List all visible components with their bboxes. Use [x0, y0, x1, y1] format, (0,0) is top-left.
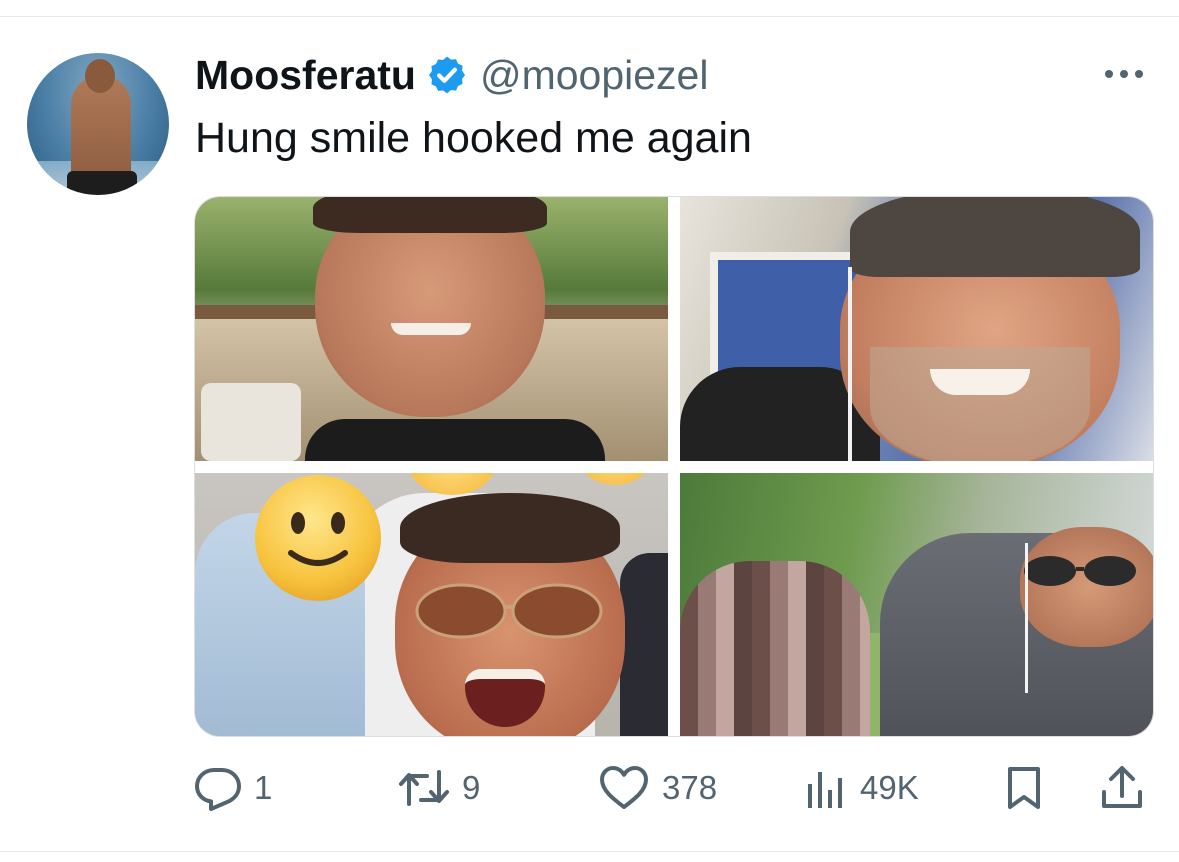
avatar[interactable] [27, 53, 169, 195]
share-icon [1098, 764, 1146, 812]
photo-1[interactable] [195, 197, 668, 461]
photo-1-hair [313, 197, 547, 233]
avatar-shorts [67, 171, 137, 195]
photo-2-smile [930, 369, 1030, 395]
more-horizontal-icon[interactable] [1100, 60, 1148, 88]
user-handle[interactable]: @moopiezel [480, 52, 709, 99]
tweet-text: Hung smile hooked me again [195, 114, 752, 162]
photo-4-sunglasses [1024, 556, 1136, 586]
photo-3-hair [400, 493, 620, 563]
tweet-actions: 1 9 378 49K [0, 760, 1179, 816]
views-count: 49K [860, 769, 919, 806]
photo-1-smile [391, 323, 471, 335]
photo-1-shirt [305, 419, 605, 461]
reply-count: 1 [254, 769, 273, 806]
media-grid [194, 196, 1154, 737]
display-name[interactable]: Moosferatu [195, 52, 416, 99]
top-divider [0, 16, 1179, 17]
photo-4-hoodie-string [1025, 543, 1028, 693]
retweet-count: 9 [462, 769, 481, 806]
photo-2-beard [870, 347, 1090, 461]
photo-2[interactable] [680, 197, 1153, 461]
photo-3[interactable] [195, 473, 668, 736]
avatar-head [85, 59, 115, 93]
smiley-emoji-icon [255, 475, 381, 601]
photo-4-pixelated-person [680, 561, 870, 736]
photo-1-cushion [201, 383, 301, 461]
photo-4-man-hoodie [880, 527, 1153, 736]
analytics-icon [804, 764, 848, 812]
photo-3-sunglasses [415, 583, 603, 639]
tweet-header: Moosferatu @moopiezel [195, 50, 708, 100]
views-button[interactable]: 49K [804, 760, 919, 816]
verified-badge-icon[interactable] [426, 54, 468, 96]
retweet-icon [398, 764, 450, 812]
like-button[interactable]: 378 [598, 760, 717, 816]
bookmark-button[interactable] [1004, 760, 1044, 816]
reply-button[interactable]: 1 [194, 760, 272, 816]
share-button[interactable] [1098, 760, 1146, 816]
like-count: 378 [662, 769, 718, 806]
heart-icon [598, 764, 650, 812]
photo-2-cap [850, 197, 1140, 277]
photo-4[interactable] [680, 473, 1153, 736]
bookmark-icon [1004, 764, 1044, 812]
bottom-divider [0, 851, 1179, 852]
reply-icon [194, 764, 242, 812]
retweet-button[interactable]: 9 [398, 760, 480, 816]
photo-2-earphone-cord [848, 267, 852, 461]
photo-3-person-right [620, 553, 668, 736]
